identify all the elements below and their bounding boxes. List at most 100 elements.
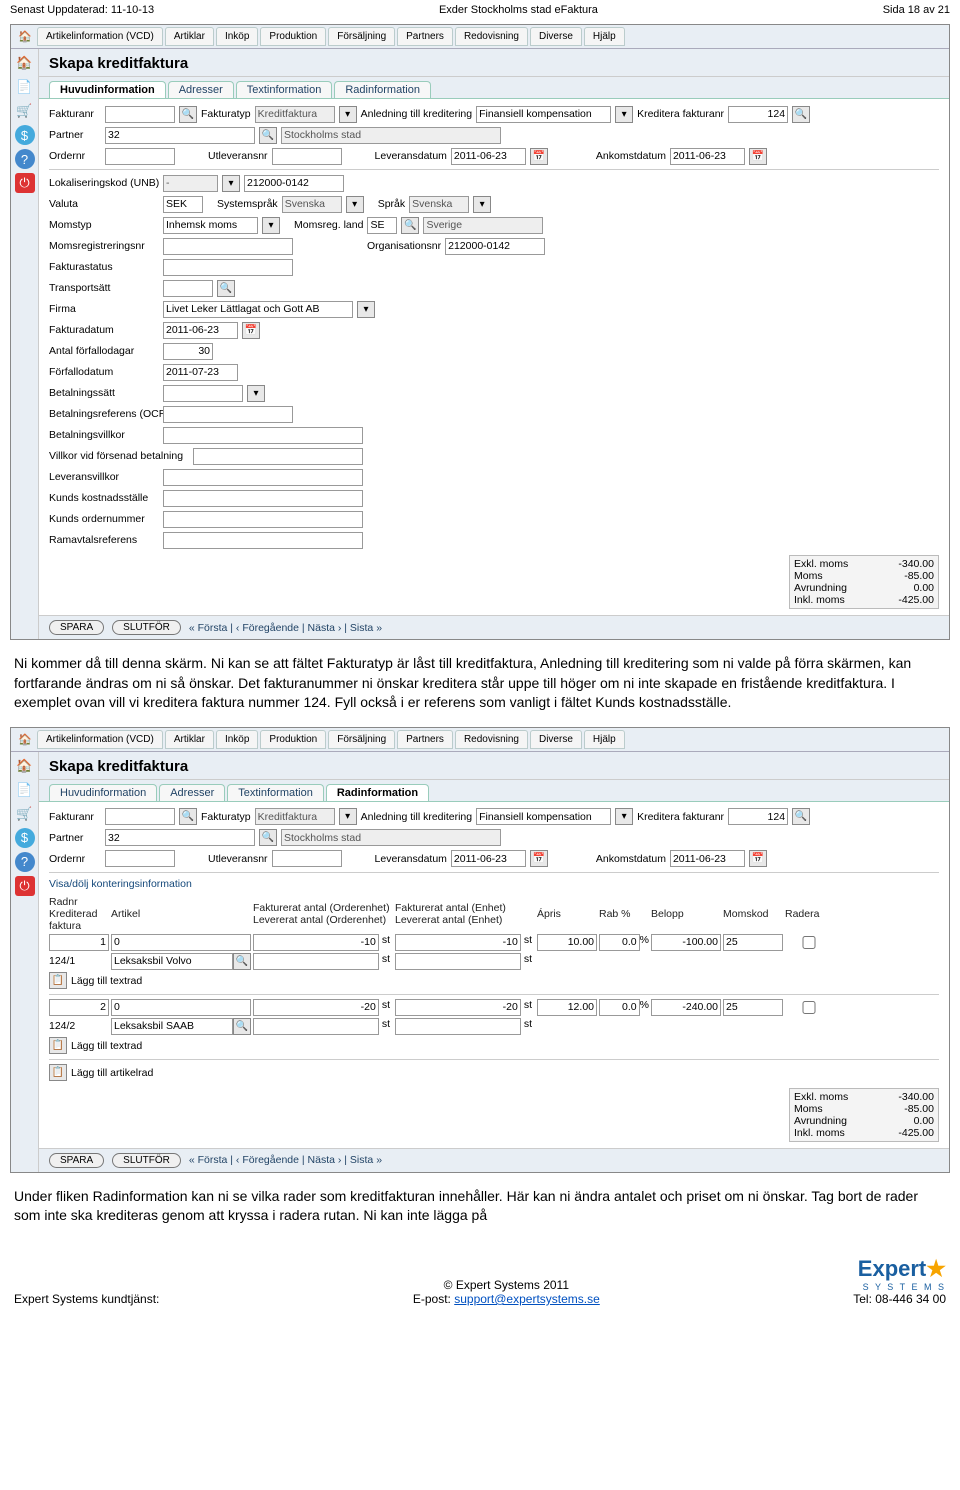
utleveransnr-input[interactable] xyxy=(272,148,342,165)
add-icon[interactable]: 📋 xyxy=(49,972,67,989)
search-icon[interactable]: 🔍 xyxy=(233,953,251,970)
lokaliseringskod-input[interactable] xyxy=(244,175,344,192)
cart-icon[interactable]: 🛒 xyxy=(15,804,35,824)
radnr-input[interactable] xyxy=(49,934,109,951)
add-textrad-link[interactable]: Lägg till textrad xyxy=(71,975,142,987)
document-icon[interactable]: 📄 xyxy=(15,77,35,97)
footer-email-link[interactable]: support@expertsystems.se xyxy=(454,1292,600,1306)
calendar-icon[interactable]: 📅 xyxy=(530,850,548,867)
power-icon[interactable]: ⏻ xyxy=(15,173,35,193)
home-icon[interactable]: 🏠 xyxy=(15,730,35,748)
fakt-enh-input[interactable] xyxy=(395,934,521,951)
anledning-select[interactable] xyxy=(476,106,611,123)
menu-tab[interactable]: Hjälp xyxy=(584,730,625,749)
partner-input[interactable] xyxy=(105,829,255,846)
search-icon[interactable]: 🔍 xyxy=(179,808,197,825)
menu-tab[interactable]: Inköp xyxy=(216,730,258,749)
momskod-input[interactable] xyxy=(723,934,783,951)
power-icon[interactable]: ⏻ xyxy=(15,876,35,896)
ramavtalsreferens-input[interactable] xyxy=(163,532,363,549)
menu-tab[interactable]: Artiklar xyxy=(165,27,214,46)
pagination-nav[interactable]: « Första | ‹ Föregående | Nästa › | Sist… xyxy=(189,622,382,634)
kunds-kostnadsstalle-input[interactable] xyxy=(163,490,363,507)
lev-enh-input[interactable] xyxy=(395,953,521,970)
help-icon[interactable]: ? xyxy=(15,852,35,872)
search-icon[interactable]: 🔍 xyxy=(233,1018,251,1035)
radera-checkbox[interactable] xyxy=(789,1001,829,1014)
belopp-input[interactable] xyxy=(651,934,721,951)
home-icon[interactable]: 🏠 xyxy=(15,53,35,73)
menu-tab[interactable]: Artikelinformation (VCD) xyxy=(37,730,163,749)
add-icon[interactable]: 📋 xyxy=(49,1064,67,1081)
ordernr-input[interactable] xyxy=(105,148,175,165)
search-icon[interactable]: 🔍 xyxy=(217,280,235,297)
fakt-order-input[interactable] xyxy=(253,934,379,951)
search-icon[interactable]: 🔍 xyxy=(179,106,197,123)
chevron-down-icon[interactable]: ▾ xyxy=(357,301,375,318)
kunds-ordernummer-input[interactable] xyxy=(163,511,363,528)
spara-button[interactable]: SPARA xyxy=(49,620,104,635)
belopp-input[interactable] xyxy=(651,999,721,1016)
add-icon[interactable]: 📋 xyxy=(49,1037,67,1054)
chevron-down-icon[interactable]: ▾ xyxy=(473,196,491,213)
cart-icon[interactable]: 🛒 xyxy=(15,101,35,121)
tab-huvudinformation[interactable]: Huvudinformation xyxy=(49,81,166,98)
leveransvillkor-input[interactable] xyxy=(163,469,363,486)
document-icon[interactable]: 📄 xyxy=(15,780,35,800)
firma-select[interactable] xyxy=(163,301,353,318)
betalningssatt-select[interactable] xyxy=(163,385,243,402)
radnr-input[interactable] xyxy=(49,999,109,1016)
menu-tab[interactable]: Inköp xyxy=(216,27,258,46)
menu-tab[interactable]: Försäljning xyxy=(328,27,395,46)
apris-input[interactable] xyxy=(537,999,597,1016)
anledning-select[interactable] xyxy=(476,808,611,825)
villkor-forsenad-input[interactable] xyxy=(193,448,363,465)
menu-tab[interactable]: Redovisning xyxy=(455,730,528,749)
search-icon[interactable]: 🔍 xyxy=(792,106,810,123)
chevron-down-icon[interactable]: ▾ xyxy=(615,106,633,123)
chevron-down-icon[interactable]: ▾ xyxy=(615,808,633,825)
fakt-enh-input[interactable] xyxy=(395,999,521,1016)
menu-tab[interactable]: Diverse xyxy=(530,730,582,749)
leveransdatum-input[interactable] xyxy=(451,850,526,867)
menu-tab[interactable]: Produktion xyxy=(260,27,326,46)
momskod-input[interactable] xyxy=(723,999,783,1016)
dollar-icon[interactable]: $ xyxy=(15,125,35,145)
valuta-input[interactable] xyxy=(163,196,203,213)
chevron-down-icon[interactable]: ▾ xyxy=(222,175,240,192)
menu-tab[interactable]: Artiklar xyxy=(165,730,214,749)
toggle-konteringsinformation-link[interactable]: Visa/dölj konteringsinformation xyxy=(49,876,939,892)
momsreg-land-input[interactable] xyxy=(367,217,397,234)
menu-tab[interactable]: Hjälp xyxy=(584,27,625,46)
search-icon[interactable]: 🔍 xyxy=(401,217,419,234)
home-icon[interactable]: 🏠 xyxy=(15,28,35,46)
menu-tab[interactable]: Partners xyxy=(397,730,453,749)
artikelnr-input[interactable] xyxy=(111,934,251,951)
apris-input[interactable] xyxy=(537,934,597,951)
chevron-down-icon[interactable]: ▾ xyxy=(339,106,357,123)
kreditera-fakturanr-input[interactable] xyxy=(728,808,788,825)
add-textrad-link[interactable]: Lägg till textrad xyxy=(71,1040,142,1052)
lokaliseringskod-select[interactable] xyxy=(163,175,218,192)
chevron-down-icon[interactable]: ▾ xyxy=(339,808,357,825)
calendar-icon[interactable]: 📅 xyxy=(749,148,767,165)
antal-forfallodagar-input[interactable] xyxy=(163,343,213,360)
calendar-icon[interactable]: 📅 xyxy=(749,850,767,867)
ordernr-input[interactable] xyxy=(105,850,175,867)
calendar-icon[interactable]: 📅 xyxy=(242,322,260,339)
forfallodatum-input[interactable] xyxy=(163,364,238,381)
betalningsvillkor-input[interactable] xyxy=(163,427,363,444)
lev-order-input[interactable] xyxy=(253,1018,379,1035)
rab-input[interactable] xyxy=(599,999,640,1016)
momstyp-select[interactable] xyxy=(163,217,258,234)
lev-order-input[interactable] xyxy=(253,953,379,970)
tab-textinformation[interactable]: Textinformation xyxy=(236,81,333,98)
menu-tab[interactable]: Partners xyxy=(397,27,453,46)
kreditera-fakturanr-input[interactable] xyxy=(728,106,788,123)
organisationsnr-input[interactable] xyxy=(445,238,545,255)
pagination-nav[interactable]: « Första | ‹ Föregående | Nästa › | Sist… xyxy=(189,1154,382,1166)
fakturastatus-input[interactable] xyxy=(163,259,293,276)
leveransdatum-input[interactable] xyxy=(451,148,526,165)
sprak-select[interactable] xyxy=(409,196,469,213)
tab-adresser[interactable]: Adresser xyxy=(168,81,234,98)
